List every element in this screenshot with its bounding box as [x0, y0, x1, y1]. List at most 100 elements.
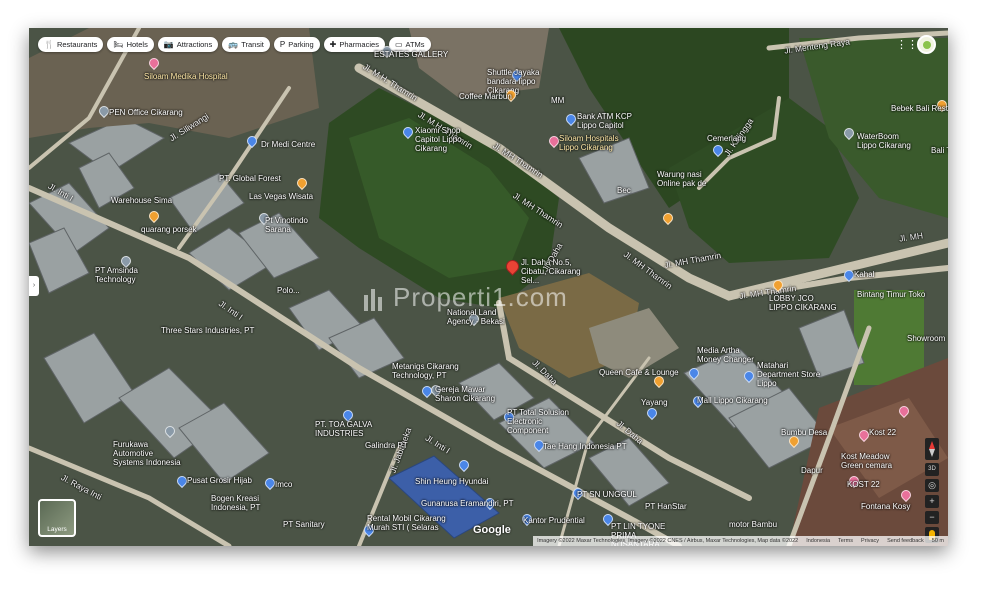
poi-three-stars[interactable]: Three Stars Industries, PT — [161, 326, 254, 335]
layers-label: Layers — [47, 526, 67, 533]
poi-shuttle[interactable]: Shuttle Jayaka bandara lippo Cikarang — [487, 68, 557, 95]
chip-restaurants[interactable]: 🍴 Restaurants — [38, 37, 104, 52]
chip-transit[interactable]: 🚌 Transit — [222, 37, 270, 52]
poi-pt-sanitary[interactable]: PT Sanitary — [283, 520, 325, 529]
poi-pt-global[interactable]: PT. Global Forest — [219, 174, 281, 183]
poi-estates-gallery[interactable]: ESTATES GALLERY — [374, 50, 448, 59]
collapse-panel-button[interactable]: › — [29, 276, 39, 296]
poi-pt-amsinda[interactable]: PT Amsinda Technology — [95, 266, 155, 284]
poi-warehouse-sima[interactable]: Warehouse Sima — [111, 196, 172, 205]
apps-grid-icon[interactable]: ⋮⋮ — [896, 37, 918, 53]
poi-gereja[interactable]: Gereja Mawar Sharon Cikarang — [435, 385, 497, 403]
pharmacy-icon: ✚ — [329, 39, 337, 49]
map-controls: 3D ◎ + − — [925, 438, 939, 543]
poi-lobby-jco[interactable]: LOBBY JCO LIPPO CIKARANG — [769, 294, 839, 312]
terms-link[interactable]: Terms — [838, 538, 853, 544]
atm-icon: ▭ — [394, 39, 403, 49]
poi-fontana[interactable]: Fontana Kosy — [861, 502, 910, 511]
chip-attractions[interactable]: 📷 Attractions — [157, 37, 219, 52]
poi-bali-t[interactable]: Bali T — [931, 146, 948, 155]
poi-imco[interactable]: Imco — [275, 480, 292, 489]
poi-showroom[interactable]: Showroom — [907, 334, 945, 343]
bed-icon: 🛏 — [113, 39, 124, 49]
parking-icon: P — [279, 39, 286, 49]
chip-hotels[interactable]: 🛏 Hotels — [107, 37, 154, 52]
poi-bogen[interactable]: Bogen Kreasi Indonesia, PT — [211, 494, 271, 512]
selected-location-label[interactable]: Jl. Daha No.5, Cibatu, Cikarang Sel... — [521, 258, 591, 285]
view-3d-button[interactable]: 3D — [925, 463, 939, 476]
poi-kantor-prudential[interactable]: Kantor Prudential — [523, 516, 585, 525]
feedback-link[interactable]: Send feedback — [887, 538, 924, 544]
chip-label: Transit — [241, 40, 264, 49]
poi-pt-vinotindo[interactable]: Pt Vinotindo Sarana — [265, 216, 325, 234]
country-label: Indonesia — [806, 538, 831, 544]
poi-pt-toa[interactable]: PT. TOA GALVA INDUSTRIES — [315, 420, 375, 438]
poi-siloam-lippo[interactable]: Siloam Hospitals Lippo Cikarang — [559, 134, 619, 152]
poi-pt-hanstar[interactable]: PT HanStar — [645, 502, 687, 511]
poi-warung[interactable]: Warung nasi Online pak de — [657, 170, 712, 188]
poi-dapur[interactable]: Dapur — [801, 466, 823, 475]
poi-bumbu-desa[interactable]: Bumbu Desa — [781, 428, 827, 437]
poi-motor-bambu[interactable]: motor Bambu — [729, 520, 777, 529]
zoom-out-button[interactable]: − — [925, 511, 939, 524]
chip-label: Hotels — [126, 40, 148, 49]
zoom-in-button[interactable]: + — [925, 495, 939, 508]
poi-kost-meadow[interactable]: Kost Meadow Green cemara — [841, 452, 901, 470]
privacy-link[interactable]: Privacy — [861, 538, 879, 544]
bus-icon: 🚌 — [228, 39, 239, 49]
account-avatar[interactable] — [917, 35, 936, 54]
poi-cemerlang[interactable]: Cemerlang — [707, 134, 746, 143]
layers-button[interactable]: Layers — [38, 499, 76, 537]
poi-waterboom[interactable]: WaterBoom Lippo Cikarang — [857, 132, 912, 150]
chip-label: Parking — [288, 40, 314, 49]
poi-mall-lippo[interactable]: Mall Lippo Cikarang — [697, 396, 768, 405]
poi-kahal[interactable]: Kahal — [854, 270, 874, 279]
chip-label: Restaurants — [56, 40, 98, 49]
poi-pt-total[interactable]: PT Total Solusion Electronic Component — [507, 408, 585, 435]
camera-icon: 📷 — [163, 39, 174, 49]
poi-bank-atm[interactable]: Bank ATM KCP Lippo Capitol — [577, 112, 637, 130]
watermark: Properti1.com — [361, 282, 568, 313]
chip-label: Pharmacies — [339, 40, 379, 49]
watermark-text: Properti1.com — [393, 282, 568, 312]
chip-label: Attractions — [176, 40, 213, 49]
poi-media-artha[interactable]: Media Artha Money Changer — [697, 346, 757, 364]
compass-icon[interactable] — [925, 438, 939, 460]
poi-pt-sn-unggul[interactable]: PT SN UNGGUL — [577, 490, 637, 499]
poi-bintang-timur[interactable]: Bintang Timur Toko — [857, 290, 925, 299]
chip-parking[interactable]: P Parking — [273, 37, 320, 52]
poi-kost-22[interactable]: Kost 22 — [869, 428, 896, 437]
poi-gunanusa[interactable]: Gunanusa Eramandiri, PT — [421, 499, 514, 508]
poi-furukawa[interactable]: Furukawa Automotive Systems Indonesia — [113, 440, 183, 467]
poi-dr-medi[interactable]: Dr Medi Centre — [261, 140, 315, 149]
fork-knife-icon: 🍴 — [44, 39, 54, 49]
google-logo: Google — [473, 524, 511, 536]
poi-yayang[interactable]: Yayang — [641, 398, 668, 407]
poi-siloam[interactable]: Siloam Medika Hospital — [144, 72, 228, 81]
location-icon[interactable]: ◎ — [925, 479, 939, 492]
scale-label[interactable]: 50 m — [932, 538, 944, 544]
poi-metanigs[interactable]: Metanigs Cikarang Technology, PT — [392, 362, 462, 380]
attribution-text: Imagery ©2022 Maxar Technologies, Imager… — [537, 538, 799, 544]
poi-galindra[interactable]: Galindra PT — [365, 441, 408, 450]
category-chip-bar: 🍴 Restaurants 🛏 Hotels 📷 Attractions 🚌 Transit P… — [38, 37, 431, 52]
poi-mm[interactable]: MM — [551, 96, 564, 105]
poi-tae-hang[interactable]: Tae Hang Indonesia PT — [543, 442, 627, 451]
poi-bec[interactable]: Bec — [617, 186, 631, 195]
poi-xiaomi[interactable]: Xiaomi Shop Capitol Lippo Cikarang — [415, 126, 487, 153]
poi-polo[interactable]: Polo... — [277, 286, 300, 295]
poi-shin-heung[interactable]: Shin Heung Hyundai — [415, 477, 488, 486]
map-viewport[interactable]: 🍴 Restaurants 🛏 Hotels 📷 Attractions 🚌 Transit P… — [29, 28, 948, 546]
poi-matahari[interactable]: Matahari Department Store Lippo — [757, 361, 827, 388]
poi-bebek-bali[interactable]: Bebek Bali Resto — [891, 104, 948, 113]
poi-kost-22b[interactable]: KOST 22 — [847, 480, 880, 489]
poi-queen-cafe[interactable]: Queen Cafe & Lounge — [599, 368, 679, 377]
poi-pusat-grosir[interactable]: Pusat Grosir Hijab — [187, 476, 252, 485]
poi-las-vegas[interactable]: Las Vegas Wisata — [249, 192, 313, 201]
poi-pen-office[interactable]: PEN Office Cikarang — [109, 108, 183, 117]
watermark-logo-icon — [364, 289, 382, 312]
poi-rental-mobil[interactable]: Rental Mobil Cikarang Murah STI ( Selara… — [367, 514, 457, 532]
chip-label: ATMs — [405, 40, 425, 49]
poi-quarang[interactable]: quarang porsek — [141, 225, 197, 234]
poi-coffee[interactable]: Coffee Marbun — [459, 92, 512, 101]
